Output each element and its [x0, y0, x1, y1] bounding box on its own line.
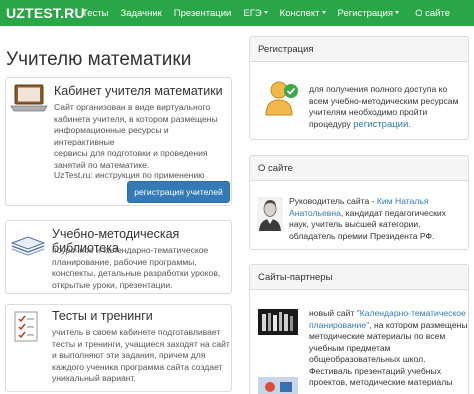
- cabinet-line: Сайт организован в виде виртуального: [54, 102, 211, 112]
- tests-line: уникальный вариант.: [52, 373, 136, 383]
- user-check-icon: [265, 81, 298, 116]
- about-panel-header: О сайте: [250, 156, 468, 181]
- tests-line: каждого ученика программа сайта создает: [52, 361, 223, 372]
- books-icon: [10, 236, 46, 256]
- registration-panel: Регистрация для получения полного доступ…: [249, 36, 469, 140]
- cabinet-line: информационные ресурсы и интерактивные: [54, 125, 169, 147]
- tests-line: и выполняют эти задания, причем для: [52, 350, 206, 360]
- partner-books-image: [258, 309, 298, 335]
- library-line: открытые уроки, презентации.: [52, 279, 173, 290]
- registration-line: учителям необходимо пройти: [309, 107, 428, 117]
- cabinet-card: Кабинет учителя математики Сайт организо…: [5, 77, 232, 206]
- portrait-photo: [257, 197, 283, 231]
- tests-title[interactable]: Тесты и тренинги: [52, 309, 153, 323]
- partners-text: новый сайт "Календарно-тематическое план…: [309, 308, 468, 389]
- instruction-link[interactable]: UzTest.ru: инструкция по применению: [54, 170, 205, 180]
- nav-registration[interactable]: Регистрация: [332, 8, 406, 19]
- partners-line: учебным предметам: [309, 342, 391, 353]
- partners-panel-header: Сайты-партнеры: [250, 265, 468, 290]
- registration-link[interactable]: регистрации.: [353, 119, 411, 130]
- teacher-registration-button[interactable]: регистрация учителей: [127, 181, 230, 203]
- nav-ege[interactable]: ЕГЭ: [237, 8, 273, 19]
- registration-line: для получения полного доступа ко: [309, 84, 448, 94]
- partner-link-cont[interactable]: планирование": [309, 320, 369, 330]
- page-title: Учителю математики: [6, 49, 192, 70]
- partner-festival-image: [258, 377, 298, 394]
- laptop-icon: [10, 84, 48, 112]
- about-line: Анатольевна, кандидат педагогических: [289, 208, 446, 220]
- about-suffix: , кандидат педагогических: [340, 207, 446, 218]
- registration-line: процедуру регистрации.: [309, 119, 458, 131]
- cabinet-description: Сайт организован в виде виртуального каб…: [54, 102, 231, 171]
- partner-link[interactable]: "Календарно-тематическое: [357, 308, 466, 318]
- partners-line: Фестиваль презентаций учебных: [309, 365, 441, 376]
- chevron-down-icon: [321, 11, 326, 15]
- director-link[interactable]: Ким Наталья: [377, 196, 429, 206]
- registration-line: всем учебно-методическим ресурсам: [309, 95, 459, 106]
- nav-notes[interactable]: Конспект: [274, 8, 332, 19]
- nav-problem-book[interactable]: Задачник: [114, 8, 167, 19]
- partner-after-link: , на котором размещены: [369, 319, 468, 330]
- top-navbar: UZTEST.RU Тесты Задачник Презентации ЕГЭ…: [0, 0, 474, 26]
- chevron-down-icon: [395, 11, 400, 15]
- tests-line: учитель в своем кабинете подготавливает: [52, 327, 221, 337]
- tests-card: Тесты и тренинги учитель в своем кабинет…: [5, 304, 232, 392]
- library-line: конспекты, детальные разработки уроков,: [52, 268, 221, 278]
- nav-tests[interactable]: Тесты: [76, 8, 114, 19]
- nav-presentations[interactable]: Презентации: [168, 8, 238, 19]
- tests-description: учитель в своем кабинете подготавливает …: [52, 327, 230, 385]
- chevron-down-icon: [263, 11, 268, 15]
- partners-line: проектов, методические материалы: [309, 377, 453, 387]
- nav-ege-label: ЕГЭ: [243, 7, 262, 19]
- partners-panel: Сайты-партнеры новый сайт "Календарно-те…: [249, 264, 469, 394]
- library-line: поурочное и календарно-тематическое: [52, 245, 209, 255]
- cabinet-line: кабинета учителя, в котором размещены: [54, 113, 218, 124]
- nav-registration-label: Регистрация: [337, 7, 394, 19]
- about-panel: О сайте Руководитель сайта - Ким Наталья…: [249, 155, 469, 250]
- about-prefix: Руководитель сайта -: [289, 196, 377, 206]
- library-description: поурочное и календарно-тематическое план…: [52, 245, 220, 291]
- nav-about[interactable]: О сайте: [409, 8, 456, 19]
- director-link-cont[interactable]: Анатольевна: [289, 208, 341, 218]
- cabinet-line: сервисы для подготовки и проведения: [54, 148, 208, 158]
- about-line: наук, учитель высшей категории,: [289, 219, 421, 229]
- about-line: обладатель премии Президента РФ.: [289, 230, 435, 241]
- checklist-icon: [14, 311, 38, 342]
- tests-line: тесты и тренинги, учащиеся заходят на са…: [52, 338, 230, 349]
- partners-line: методические материалы по всем: [309, 331, 446, 341]
- about-line: Руководитель сайта - Ким Наталья: [289, 196, 446, 208]
- library-card: Учебно-методическая библиотека поурочное…: [5, 220, 232, 294]
- partners-line: новый сайт "Календарно-тематическое: [309, 308, 468, 320]
- partners-line: планирование", на котором размещены: [309, 320, 468, 332]
- partners-line: общеобразовательных школ.: [309, 354, 426, 364]
- about-text: Руководитель сайта - Ким Наталья Анатоль…: [289, 196, 446, 242]
- registration-prefix: процедуру: [309, 118, 354, 129]
- library-line: планирование, рабочие программы,: [52, 256, 197, 267]
- registration-panel-header: Регистрация: [250, 37, 468, 62]
- brand-logo[interactable]: UZTEST.RU: [0, 5, 85, 21]
- cabinet-title[interactable]: Кабинет учителя математики: [54, 84, 223, 98]
- registration-text: для получения полного доступа ко всем уч…: [309, 84, 458, 130]
- nav-notes-label: Конспект: [279, 7, 320, 19]
- partner-prefix: новый сайт: [309, 308, 357, 318]
